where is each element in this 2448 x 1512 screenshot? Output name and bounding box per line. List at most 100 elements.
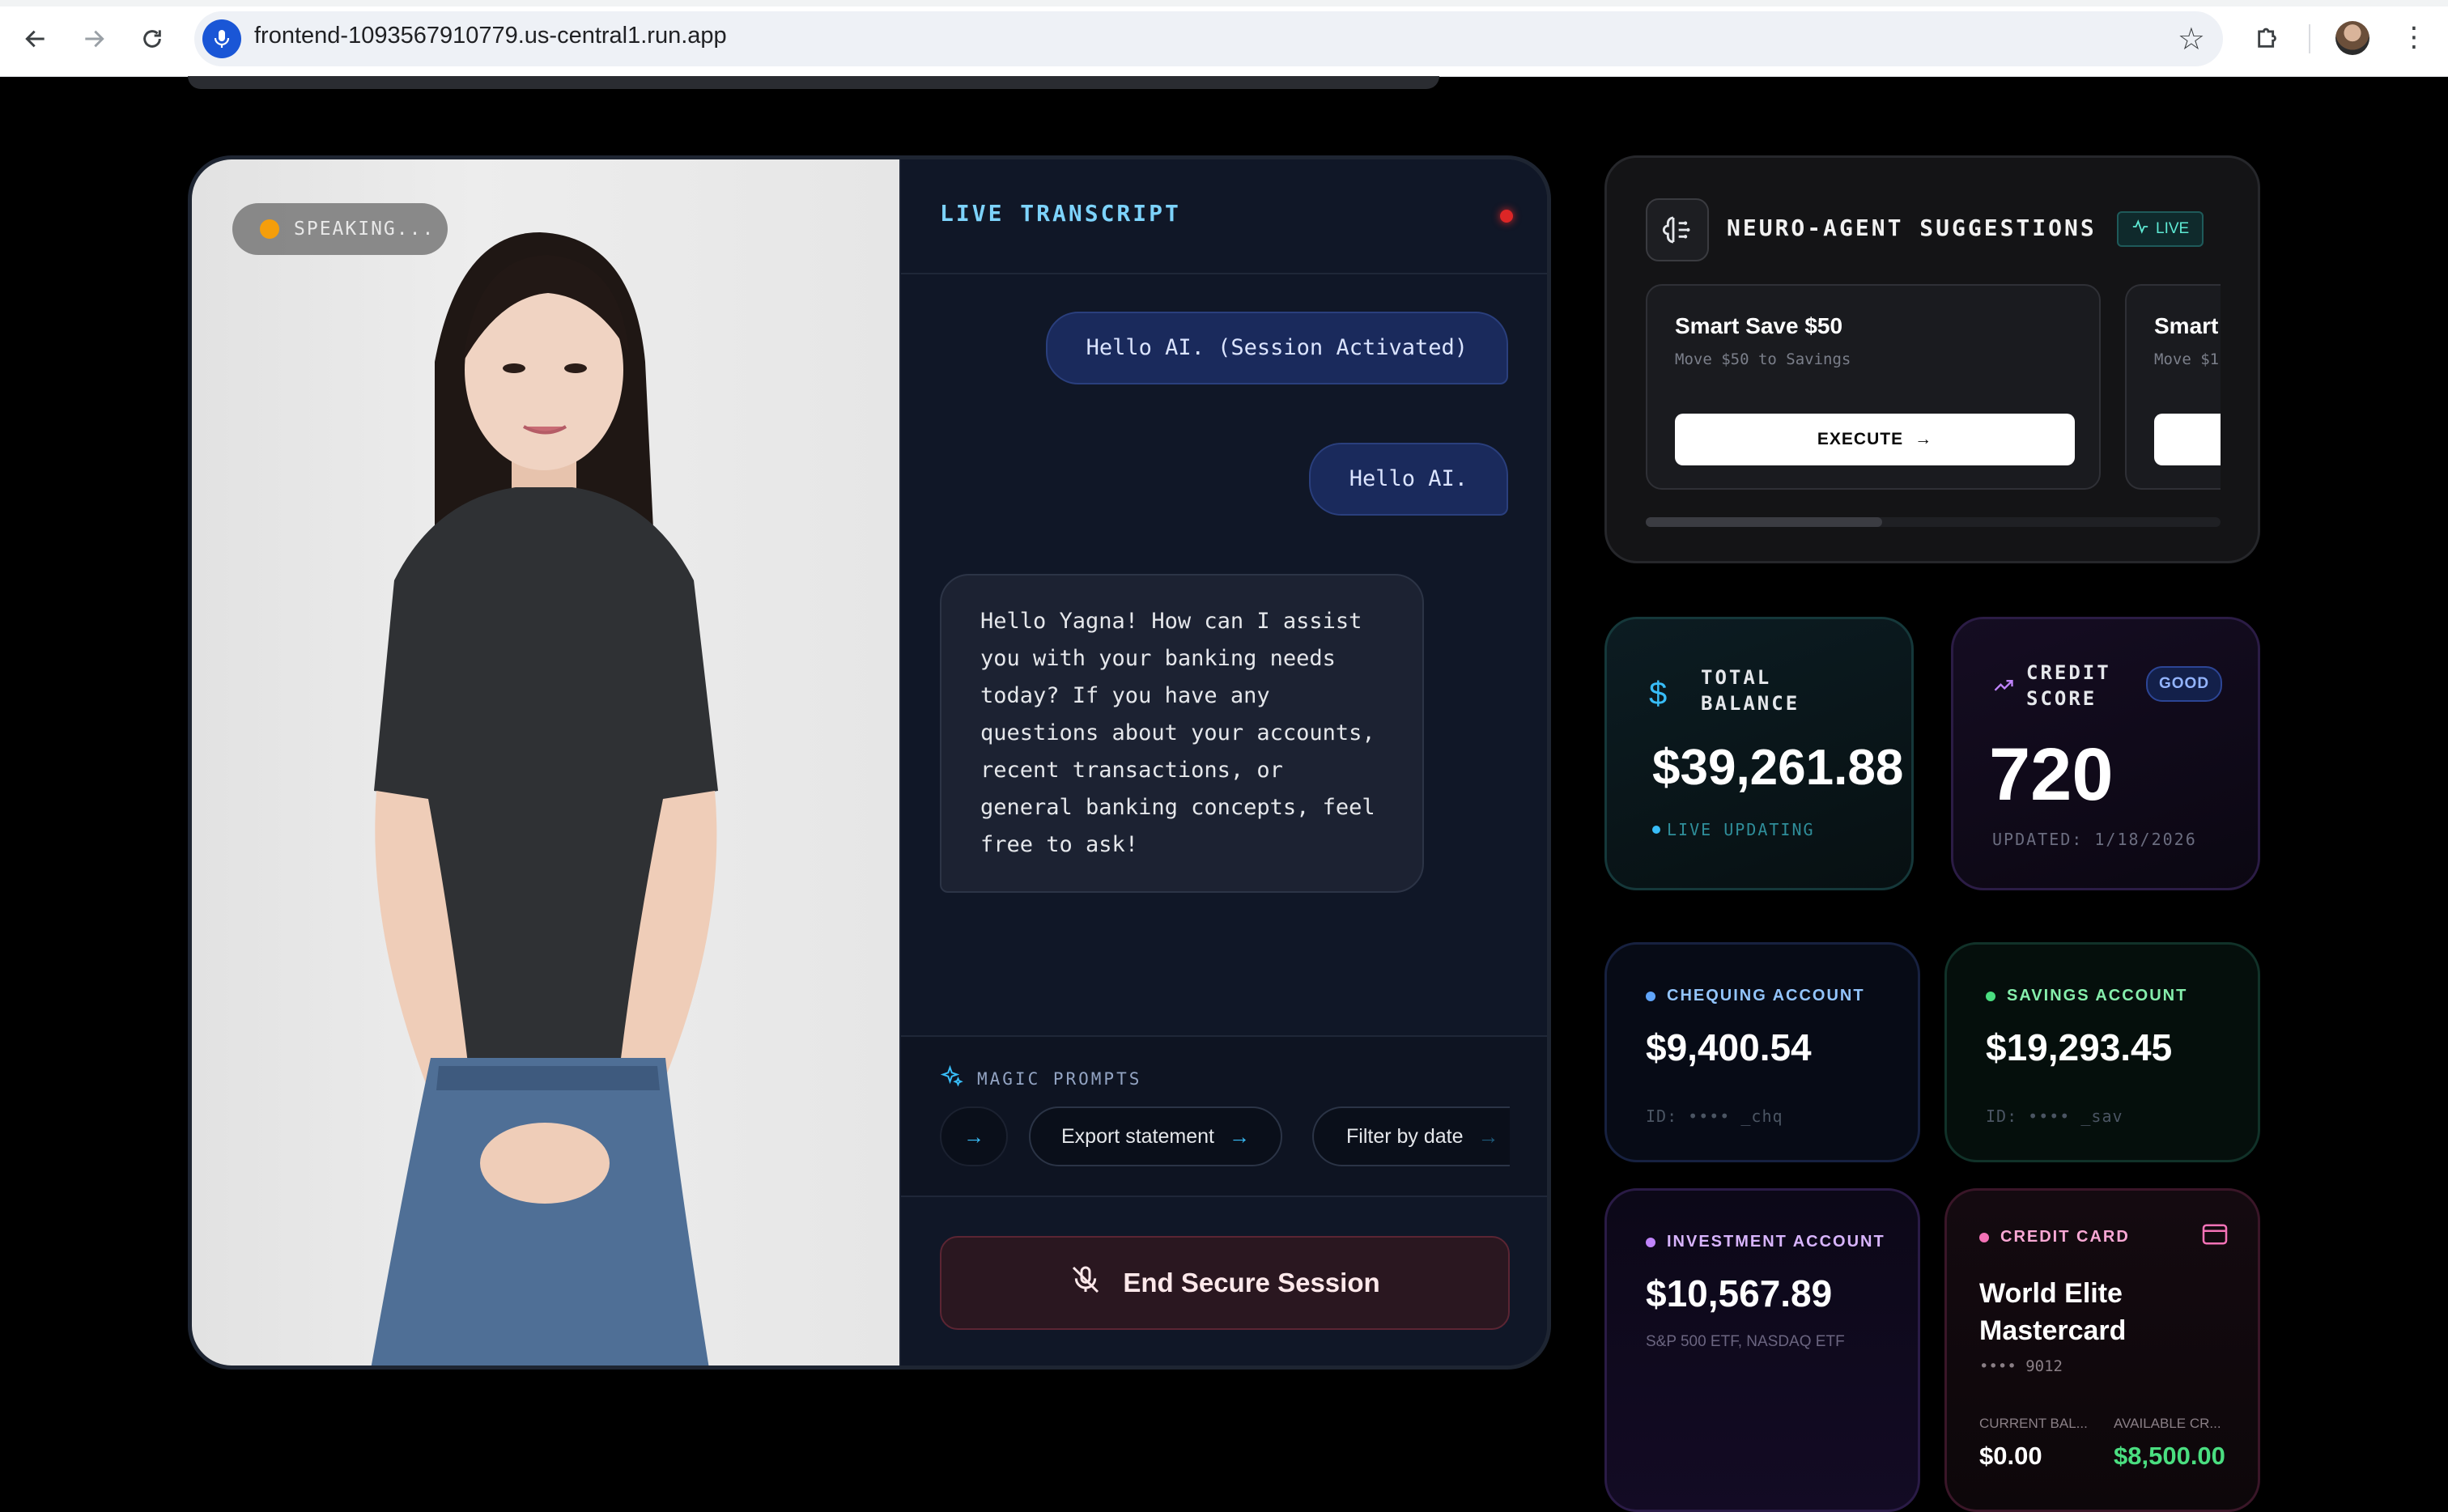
recording-indicator	[1500, 210, 1513, 223]
url-text[interactable]: frontend-1093567910779.us-central1.run.a…	[254, 23, 727, 49]
forward-icon[interactable]	[76, 21, 112, 57]
user-message: Hello AI. (Session Activated)	[1045, 312, 1508, 384]
chequing-amount: $9,400.54	[1646, 1026, 1812, 1068]
transcript-panel: LIVE TRANSCRIPT Hello AI. (Session Activ…	[899, 159, 1547, 1365]
savings-amount: $19,293.45	[1986, 1026, 2173, 1068]
card-number: •••• 9012	[1979, 1357, 2063, 1375]
mic-off-icon	[1069, 1264, 1102, 1302]
status-dot	[1646, 991, 1655, 1001]
label-line: BALANCE	[1701, 692, 1800, 715]
reload-icon[interactable]	[134, 21, 170, 57]
session-card: SPEAKING... LIVE TRANSCRIPT Hello AI. (S…	[188, 155, 1551, 1370]
savings-account-card[interactable]: SAVINGS ACCOUNT $19,293.45 ID: •••• _sav	[1944, 942, 2260, 1162]
arrow-right-icon: →	[1915, 430, 1933, 448]
live-badge-label: LIVE	[2156, 220, 2190, 237]
suggestion-title: Smart	[2154, 313, 2219, 338]
card-name-line: Mastercard	[1979, 1315, 2127, 1346]
investment-holdings: S&P 500 ETF, NASDAQ ETF	[1646, 1333, 1845, 1350]
total-balance-card: $ TOTAL BALANCE $39,261.88 LIVE UPDATING	[1604, 617, 1914, 890]
available-credit-value: $8,500.00	[2114, 1442, 2225, 1470]
arrow-right-icon: →	[1477, 1123, 1499, 1149]
browser-toolbar: frontend-1093567910779.us-central1.run.a…	[0, 0, 2448, 77]
magic-prompts-label: MAGIC PROMPTS	[977, 1068, 1142, 1089]
credit-card-label: CREDIT CARD	[2000, 1228, 2130, 1246]
suggestion-subtitle: Move $1	[2154, 350, 2220, 368]
total-balance-value: $39,261.88	[1652, 740, 1904, 796]
tab-strip	[0, 0, 2448, 6]
magic-prompts-bar: MAGIC PROMPTS → Export statement → Filte…	[901, 1035, 1547, 1197]
prompt-chip-export-statement[interactable]: Export statement →	[1029, 1106, 1282, 1166]
microphone-icon[interactable]	[202, 19, 241, 58]
bookmark-star-icon[interactable]: ☆	[2178, 21, 2205, 57]
suggestion-card: Smart Move $1	[2125, 284, 2221, 490]
card-name: World Elite Mastercard	[1979, 1275, 2126, 1349]
status-dot	[1986, 991, 1995, 1001]
status-dot	[1652, 826, 1660, 834]
live-updating-status: LIVE UPDATING	[1652, 820, 1815, 839]
savings-id: ID: •••• _sav	[1986, 1106, 2123, 1126]
credit-score-value: 720	[1989, 733, 2114, 816]
prompt-chip-label: Filter by date	[1346, 1124, 1464, 1148]
credit-score-updated: UPDATED: 1/18/2026	[1992, 830, 2197, 849]
back-icon[interactable]	[18, 21, 53, 57]
credit-card-icon	[2201, 1223, 2229, 1249]
speaking-indicator: SPEAKING...	[232, 203, 448, 255]
user-message: Hello AI.	[1308, 443, 1508, 516]
suggestion-card: Smart Save $50 Move $50 to Savings EXECU…	[1646, 284, 2101, 490]
suggestions-scrollbar-thumb[interactable]	[1646, 517, 1882, 527]
credit-score-card: CREDIT SCORE GOOD 720 UPDATED: 1/18/2026	[1951, 617, 2260, 890]
credit-card-heading: CREDIT CARD	[1979, 1228, 2130, 1247]
prompt-chip-partial[interactable]: →	[940, 1106, 1008, 1166]
end-session-label: End Secure Session	[1123, 1268, 1380, 1298]
extensions-icon[interactable]	[2249, 18, 2288, 57]
execute-button[interactable]: EXECUTE →	[1675, 414, 2075, 465]
chequing-id: ID: •••• _chq	[1646, 1106, 1783, 1126]
investment-account-card[interactable]: INVESTMENT ACCOUNT $10,567.89 S&P 500 ET…	[1604, 1188, 1920, 1512]
status-dot	[260, 219, 279, 239]
suggestions-card: NEURO-AGENT SUGGESTIONS LIVE Smart Save …	[1604, 155, 2260, 563]
label-line: SCORE	[2026, 687, 2097, 710]
available-credit-label: AVAILABLE CR...	[2114, 1416, 2221, 1431]
magic-prompts-heading: MAGIC PROMPTS	[940, 1064, 1141, 1093]
chequing-heading: CHEQUING ACCOUNT	[1646, 987, 1865, 1005]
end-session-button[interactable]: End Secure Session	[940, 1236, 1510, 1330]
speaking-label: SPEAKING...	[294, 219, 436, 240]
total-balance-label: TOTAL BALANCE	[1701, 665, 1800, 716]
toolbar-divider	[2309, 24, 2310, 53]
sparkles-icon	[940, 1064, 964, 1093]
current-balance-label: CURRENT BAL...	[1979, 1416, 2088, 1431]
investment-heading: INVESTMENT ACCOUNT	[1646, 1233, 1885, 1251]
live-badge: LIVE	[2117, 211, 2204, 247]
trending-up-icon	[1992, 674, 2015, 700]
arrow-right-icon: →	[1228, 1123, 1250, 1149]
activity-icon	[2131, 218, 2149, 240]
avatar-video: SPEAKING...	[192, 159, 899, 1365]
profile-avatar[interactable]	[2335, 21, 2369, 55]
prompt-chip-label: Export statement	[1061, 1124, 1214, 1148]
brain-icon	[1646, 198, 1709, 261]
savings-label: SAVINGS ACCOUNT	[2007, 987, 2188, 1004]
address-bar[interactable]: frontend-1093567910779.us-central1.run.a…	[194, 11, 2223, 66]
suggestion-subtitle: Move $50 to Savings	[1675, 350, 1851, 368]
credit-rating-badge: GOOD	[2146, 666, 2223, 702]
current-balance-value: $0.00	[1979, 1442, 2042, 1470]
ai-message: Hello Yagna! How can I assist you with y…	[940, 574, 1424, 893]
chequing-account-card[interactable]: CHEQUING ACCOUNT $9,400.54 ID: •••• _chq	[1604, 942, 1920, 1162]
credit-score-label: CREDIT SCORE	[2026, 660, 2111, 711]
savings-heading: SAVINGS ACCOUNT	[1986, 987, 2187, 1005]
previous-card-edge	[188, 76, 1439, 89]
dollar-icon: $	[1649, 676, 1668, 711]
suggestion-title: Smart Save $50	[1675, 313, 1843, 338]
chequing-label: CHEQUING ACCOUNT	[1667, 987, 1865, 1004]
prompt-chip-filter-by-date[interactable]: Filter by date →	[1312, 1106, 1510, 1166]
execute-button[interactable]	[2154, 414, 2221, 465]
more-menu-icon[interactable]: ⋮	[2395, 18, 2433, 57]
label-line: CREDIT	[2026, 661, 2111, 684]
label-line: TOTAL	[1701, 666, 1772, 689]
investment-label: INVESTMENT ACCOUNT	[1667, 1233, 1885, 1251]
credit-card-card[interactable]: CREDIT CARD World Elite Mastercard •••• …	[1944, 1188, 2260, 1512]
suggestions-title: NEURO-AGENT SUGGESTIONS	[1727, 214, 2097, 241]
transcript-title: LIVE TRANSCRIPT	[940, 200, 1181, 227]
live-updating-label: LIVE UPDATING	[1667, 820, 1815, 839]
card-name-line: World Elite	[1979, 1278, 2123, 1309]
